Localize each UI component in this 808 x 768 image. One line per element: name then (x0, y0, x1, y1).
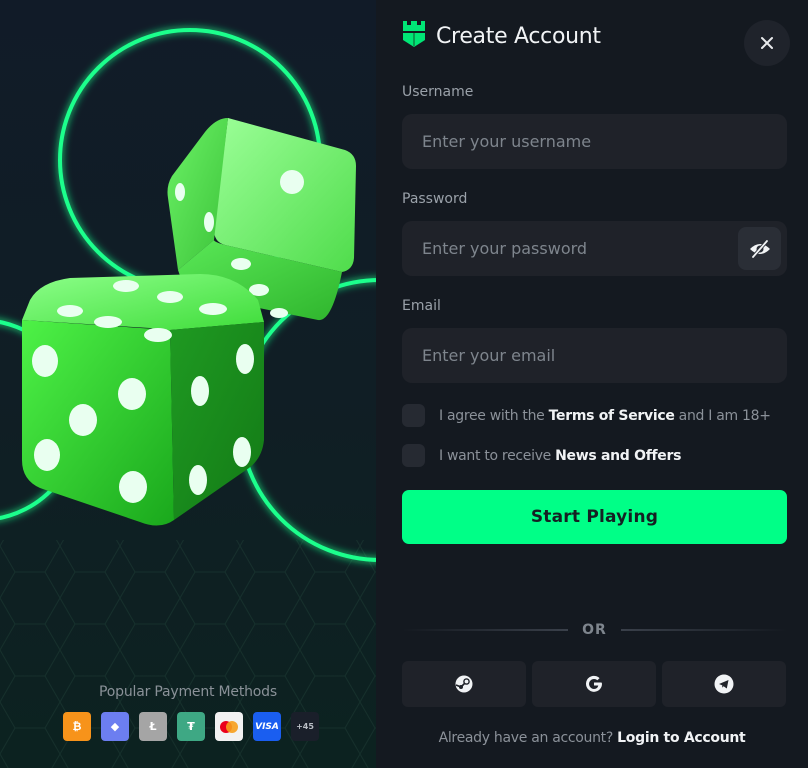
terms-checkbox[interactable] (402, 404, 425, 427)
castle-shield-icon (402, 20, 426, 52)
terms-of-service-link[interactable]: Terms of Service (549, 408, 675, 424)
login-prompt-text: Already have an account? (438, 730, 618, 746)
social-login-buttons (402, 661, 786, 707)
visa-icon: VISA (253, 712, 281, 741)
promo-panel: Popular Payment Methods ₿ ◆ Ł ₮ VISA +45 (0, 0, 376, 768)
news-row: I want to receive News and Offers (402, 444, 681, 467)
password-label: Password (402, 191, 468, 207)
news-checkbox[interactable] (402, 444, 425, 467)
telegram-icon (714, 674, 734, 694)
payment-methods-title: Popular Payment Methods (99, 684, 277, 700)
telegram-login-button[interactable] (662, 661, 786, 707)
password-field-wrap (402, 221, 787, 276)
more-payments-badge: +45 (291, 712, 319, 741)
google-icon (586, 675, 602, 692)
divider-line-left (402, 629, 569, 631)
payment-methods-list: ₿ ◆ Ł ₮ VISA +45 (63, 712, 319, 741)
email-input[interactable] (402, 328, 787, 383)
login-prompt: Already have an account? Login to Accoun… (376, 730, 808, 746)
terms-prefix: I agree with the (439, 407, 549, 424)
news-prefix: I want to receive (439, 447, 556, 464)
litecoin-icon: Ł (139, 712, 167, 741)
ethereum-icon: ◆ (101, 712, 129, 741)
die-front (22, 274, 264, 526)
start-playing-button[interactable]: Start Playing (402, 490, 787, 544)
username-input[interactable] (402, 114, 787, 169)
terms-suffix: and I am 18+ (674, 407, 771, 424)
steam-icon (455, 675, 473, 693)
or-divider: OR (402, 622, 787, 638)
signup-panel: Create Account Username Password Email I… (376, 0, 808, 768)
steam-login-button[interactable] (402, 661, 526, 707)
username-field-wrap (402, 114, 787, 169)
login-link[interactable]: Login to Account (617, 730, 746, 746)
password-input[interactable] (402, 221, 787, 276)
page-title: Create Account (436, 23, 601, 49)
tether-icon: ₮ (177, 712, 205, 741)
terms-text: I agree with the Terms of Service and I … (439, 408, 771, 424)
news-text: I want to receive News and Offers (439, 448, 681, 464)
toggle-password-visibility-button[interactable] (738, 227, 781, 270)
bitcoin-icon: ₿ (63, 712, 91, 741)
news-and-offers-label: News and Offers (555, 447, 682, 464)
google-login-button[interactable] (532, 661, 656, 707)
close-icon (761, 37, 773, 49)
close-button[interactable] (744, 20, 790, 66)
username-label: Username (402, 84, 474, 100)
divider-line-right (620, 629, 787, 631)
eye-off-icon (749, 239, 770, 258)
dice-illustration (0, 28, 376, 768)
email-field-wrap (402, 328, 787, 383)
or-text: OR (582, 622, 607, 638)
terms-row: I agree with the Terms of Service and I … (402, 404, 771, 427)
mastercard-icon (215, 712, 243, 741)
email-label: Email (402, 298, 441, 314)
modal-header: Create Account (402, 20, 601, 52)
